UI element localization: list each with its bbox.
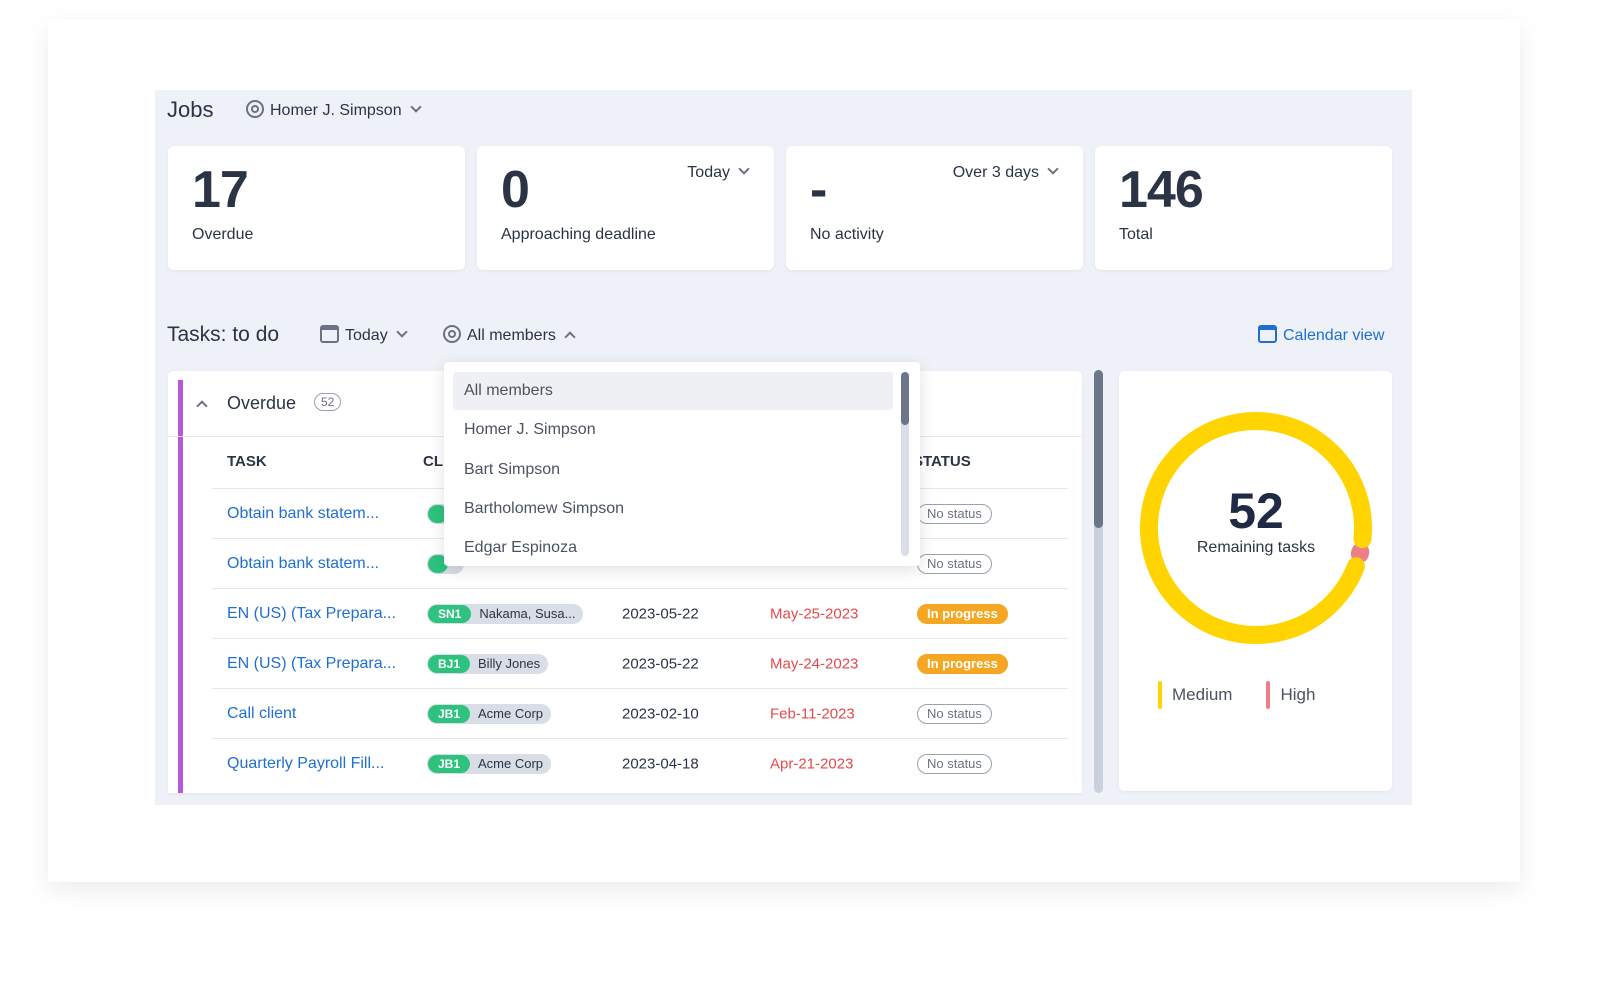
task-date: 2023-05-22 bbox=[622, 605, 699, 622]
task-deadline: Apr-21-2023 bbox=[770, 755, 854, 772]
table-row[interactable]: EN (US) (Tax Prepara... SN1 Nakama, Susa.… bbox=[212, 588, 1068, 638]
chevron-down-icon bbox=[409, 101, 422, 113]
member-option[interactable]: Bartholomew Simpson bbox=[453, 490, 893, 528]
column-header-client[interactable]: CL bbox=[423, 453, 443, 470]
donut-center-value: 52 bbox=[1228, 483, 1284, 539]
client-code: JB1 bbox=[428, 754, 471, 773]
calendar-view-link[interactable]: Calendar view bbox=[1258, 325, 1384, 345]
calendar-icon bbox=[1258, 325, 1277, 343]
tasks-title: Tasks: to do bbox=[167, 323, 280, 346]
stat-value: 146 bbox=[1119, 161, 1204, 219]
user-icon bbox=[246, 100, 264, 118]
stat-value: 0 bbox=[501, 161, 530, 219]
client-code: BJ1 bbox=[428, 654, 471, 673]
stat-card: 146 Total bbox=[1095, 146, 1392, 270]
task-link[interactable]: Obtain bank statem... bbox=[227, 505, 379, 523]
member-option[interactable]: All members bbox=[453, 372, 893, 410]
legend-swatch bbox=[1158, 681, 1162, 709]
legend-item: High bbox=[1266, 681, 1315, 709]
stat-card: 17 Overdue bbox=[168, 146, 465, 270]
group-count-badge: 52 bbox=[314, 393, 342, 411]
client-code: SN1 bbox=[428, 604, 472, 623]
stat-value: 17 bbox=[192, 161, 249, 219]
client-chip[interactable]: JB1 Acme Corp bbox=[427, 753, 552, 774]
scrollbar-thumb[interactable] bbox=[901, 372, 909, 425]
task-deadline: May-25-2023 bbox=[770, 605, 859, 622]
member-filter-dropdown[interactable]: All members bbox=[443, 325, 576, 345]
client-name: Acme Corp bbox=[478, 706, 544, 721]
overdue-indicator-bar bbox=[178, 380, 183, 793]
page-title: Jobs bbox=[167, 97, 214, 122]
client-chip[interactable]: SN1 Nakama, Susa... bbox=[427, 603, 584, 624]
task-date: 2023-04-18 bbox=[622, 755, 699, 772]
chevron-down-icon bbox=[1047, 163, 1059, 175]
status-badge[interactable]: No status bbox=[917, 553, 992, 574]
user-icon bbox=[443, 325, 461, 343]
stat-card: - No activity Over 3 days bbox=[786, 146, 1083, 270]
status-badge[interactable]: In progress bbox=[917, 653, 1008, 674]
scrollbar-thumb[interactable] bbox=[1094, 370, 1103, 528]
column-header-status[interactable]: STATUS bbox=[913, 453, 971, 470]
task-deadline: May-24-2023 bbox=[770, 655, 859, 672]
client-name: Acme Corp bbox=[478, 756, 544, 771]
client-name: Billy Jones bbox=[478, 656, 541, 671]
table-row[interactable]: Call client JB1 Acme Corp 2023-02-10 Feb-… bbox=[212, 688, 1068, 738]
chevron-up-icon bbox=[196, 400, 208, 412]
member-option[interactable]: Bart Simpson bbox=[453, 451, 893, 489]
task-link[interactable]: EN (US) (Tax Prepara... bbox=[227, 655, 396, 673]
task-date: 2023-05-22 bbox=[622, 655, 699, 672]
chevron-down-icon bbox=[738, 163, 750, 175]
table-row[interactable]: Quarterly Payroll Fill... JB1 Acme Corp 2… bbox=[212, 738, 1068, 788]
status-badge[interactable]: In progress bbox=[917, 603, 1008, 624]
date-filter-dropdown[interactable]: Today bbox=[320, 325, 408, 345]
stat-card: 0 Approaching deadline Today bbox=[477, 146, 774, 270]
task-link[interactable]: Call client bbox=[227, 705, 296, 723]
client-code: JB1 bbox=[428, 704, 471, 723]
table-scrollbar[interactable] bbox=[1094, 370, 1103, 793]
stat-filter-dropdown[interactable]: Over 3 days bbox=[953, 163, 1059, 182]
member-option[interactable]: Edgar Espinoza bbox=[453, 529, 893, 567]
status-badge[interactable]: No status bbox=[917, 753, 992, 774]
stat-label: No activity bbox=[810, 226, 884, 243]
task-link[interactable]: Quarterly Payroll Fill... bbox=[227, 755, 384, 773]
client-name: Nakama, Susa... bbox=[479, 606, 576, 621]
member-option[interactable]: Homer J. Simpson bbox=[453, 411, 893, 449]
task-deadline: Feb-11-2023 bbox=[770, 705, 855, 722]
client-chip[interactable]: JB1 Acme Corp bbox=[427, 703, 552, 724]
stat-label: Approaching deadline bbox=[501, 226, 656, 243]
task-date: 2023-02-10 bbox=[622, 705, 699, 722]
chart-legend: Medium High bbox=[1158, 681, 1315, 709]
donut-center-label: Remaining tasks bbox=[1196, 539, 1316, 556]
task-link[interactable]: EN (US) (Tax Prepara... bbox=[227, 605, 396, 623]
member-dropdown-menu: All members Homer J. Simpson Bart Simpson B… bbox=[444, 362, 920, 566]
chevron-down-icon bbox=[396, 326, 408, 338]
legend-swatch bbox=[1266, 681, 1271, 709]
table-row[interactable]: EN (US) (Tax Prepara... BJ1 Billy Jones 2… bbox=[212, 638, 1068, 688]
collapse-group-button[interactable] bbox=[196, 393, 216, 413]
group-label: Overdue bbox=[227, 393, 297, 413]
status-badge[interactable]: No status bbox=[917, 503, 992, 524]
calendar-icon bbox=[320, 325, 339, 343]
stat-label: Total bbox=[1119, 226, 1153, 243]
task-link[interactable]: Obtain bank statem... bbox=[227, 555, 379, 573]
column-header-task[interactable]: TASK bbox=[227, 453, 267, 470]
dropdown-scrollbar[interactable] bbox=[901, 372, 909, 556]
legend-item: Medium bbox=[1158, 681, 1232, 709]
client-chip[interactable]: BJ1 Billy Jones bbox=[427, 653, 549, 674]
user-filter-dropdown[interactable]: Homer J. Simpson bbox=[246, 100, 422, 120]
stat-label: Overdue bbox=[192, 226, 254, 243]
stat-filter-dropdown[interactable]: Today bbox=[687, 163, 750, 182]
stat-value: - bbox=[810, 161, 827, 219]
chevron-up-icon bbox=[564, 331, 576, 343]
status-badge[interactable]: No status bbox=[917, 703, 992, 724]
